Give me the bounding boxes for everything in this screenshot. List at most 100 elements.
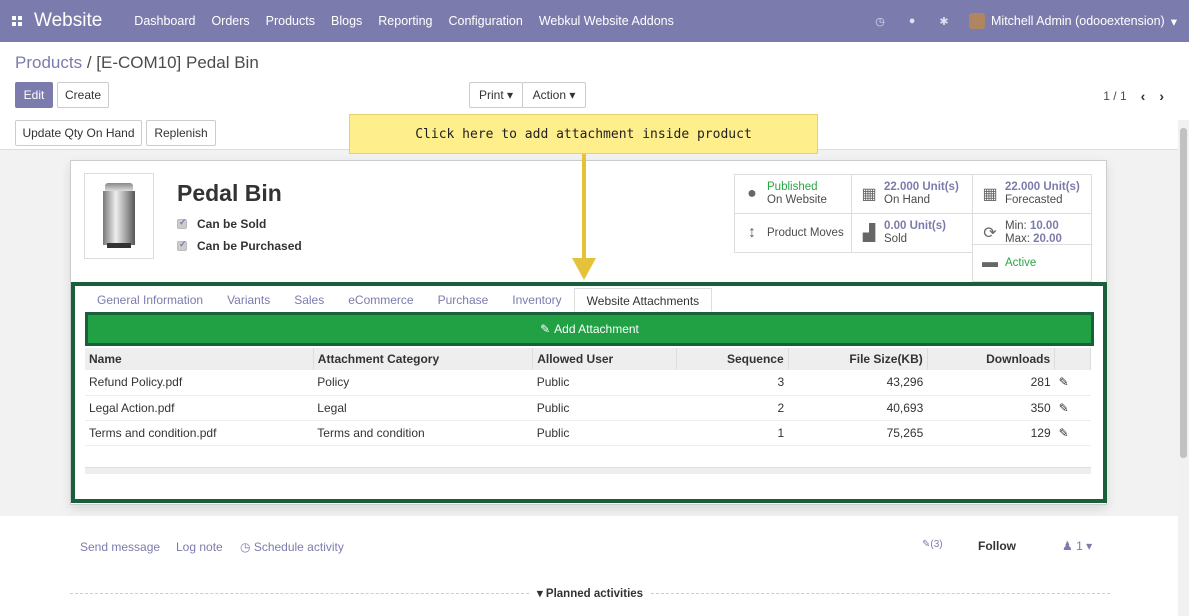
product-moves-label: Product Moves — [767, 227, 844, 239]
checkbox-checked-icon[interactable] — [177, 217, 187, 229]
menu-reporting[interactable]: Reporting — [370, 14, 440, 28]
breadcrumb-separator: / — [82, 53, 97, 72]
cell-sequence: 1 — [676, 420, 789, 446]
menu-webkul-addons[interactable]: Webkul Website Addons — [531, 14, 682, 28]
onhand-value: 22.000 Unit(s) — [884, 181, 959, 193]
col-allowed-user[interactable]: Allowed User — [532, 348, 678, 370]
pager-value[interactable]: 1 / 1 — [1103, 89, 1126, 103]
menu-dashboard[interactable]: Dashboard — [126, 14, 203, 28]
cell-downloads: 281 — [927, 370, 1055, 396]
bug-icon[interactable]: ✱ — [937, 14, 951, 28]
active-toggle-button[interactable]: ▬ Active — [972, 244, 1092, 282]
annotation-tooltip: Click here to add attachment inside prod… — [349, 114, 818, 154]
table-row[interactable]: Terms and condition.pdf Terms and condit… — [85, 420, 1091, 446]
cell-sequence: 3 — [676, 370, 789, 396]
follow-button[interactable]: Follow — [978, 539, 1016, 553]
cell-downloads: 129 — [927, 420, 1055, 446]
tab-inventory[interactable]: Inventory — [500, 288, 573, 312]
cell-name: Terms and condition.pdf — [85, 420, 314, 446]
pager: 1 / 1 ‹ › — [1103, 88, 1164, 104]
chevron-right-icon[interactable]: › — [1159, 88, 1164, 104]
menu-configuration[interactable]: Configuration — [440, 14, 530, 28]
published-stat-button[interactable]: ● Published On Website — [734, 174, 852, 214]
cell-sequence: 2 — [676, 395, 789, 421]
clock-icon: ◷ — [240, 540, 254, 554]
navbar-systray: ◷ ● ✱ Mitchell Admin (odooextension) ▾ — [873, 0, 1189, 42]
sold-value: 0.00 Unit(s) — [884, 220, 946, 232]
tab-general-information[interactable]: General Information — [85, 288, 215, 312]
chat-icon[interactable]: ● — [905, 14, 919, 28]
edit-button[interactable]: Edit — [15, 82, 53, 108]
apps-menu-icon[interactable] — [0, 0, 34, 42]
menu-blogs[interactable]: Blogs — [323, 14, 370, 28]
add-attachment-button[interactable]: ✎ Add Attachment — [85, 312, 1094, 346]
col-sequence[interactable]: Sequence — [676, 348, 789, 370]
planned-activities-label: Planned activities — [545, 588, 644, 600]
create-button[interactable]: Create — [57, 82, 109, 108]
onhand-label: On Hand — [884, 194, 931, 206]
app-brand[interactable]: Website — [34, 10, 102, 32]
onhand-stat-button[interactable]: ▦ 22.000 Unit(s) On Hand — [851, 174, 973, 214]
avatar — [969, 13, 986, 29]
product-image[interactable] — [84, 173, 154, 259]
col-file-size[interactable]: File Size(KB) — [788, 348, 928, 370]
followers-button[interactable]: ♟ 1 ▾ — [1062, 539, 1092, 553]
edit-icon[interactable]: ✎ — [1054, 420, 1091, 446]
main-menu: Dashboard Orders Products Blogs Reportin… — [126, 14, 682, 28]
col-name[interactable]: Name — [85, 348, 314, 370]
planned-activities-toggle[interactable]: ▾ Planned activities — [70, 586, 1110, 600]
product-name: Pedal Bin — [177, 180, 282, 206]
action-dropdown[interactable]: Action ▾ — [522, 82, 586, 108]
min-label: Min: — [1005, 220, 1027, 232]
forecast-stat-button[interactable]: ▦ 22.000 Unit(s) Forecasted — [972, 174, 1092, 214]
user-menu[interactable]: Mitchell Admin (odooextension) ▾ — [969, 13, 1177, 29]
cell-file-size: 43,296 — [788, 370, 928, 396]
update-qty-button[interactable]: Update Qty On Hand — [15, 120, 142, 146]
chevron-left-icon[interactable]: ‹ — [1141, 88, 1146, 104]
cell-name: Legal Action.pdf — [85, 395, 314, 421]
attachment-count-button[interactable]: ✎(3) — [922, 539, 943, 550]
print-dropdown[interactable]: Print ▾ — [469, 82, 523, 108]
cell-category: Terms and condition — [313, 420, 533, 446]
forecast-value: 22.000 Unit(s) — [1005, 181, 1080, 193]
breadcrumb: Products / [E-COM10] Pedal Bin — [15, 53, 259, 73]
can-be-sold-checkbox[interactable]: Can be Sold — [177, 217, 266, 231]
attachments-table: Name Attachment Category Allowed User Se… — [85, 348, 1091, 446]
published-label: Published — [767, 181, 818, 193]
table-row[interactable]: Legal Action.pdf Legal Public 2 40,693 3… — [85, 395, 1091, 421]
edit-icon[interactable]: ✎ — [1054, 370, 1091, 396]
clock-icon[interactable]: ◷ — [873, 14, 887, 28]
top-navbar: Website Dashboard Orders Products Blogs … — [0, 0, 1189, 42]
col-category[interactable]: Attachment Category — [313, 348, 534, 370]
product-moves-button[interactable]: ↕ Product Moves — [734, 213, 852, 253]
user-icon: ♟ — [1062, 539, 1073, 553]
tab-sales[interactable]: Sales — [282, 288, 336, 312]
caret-down-icon: ▾ — [536, 588, 546, 600]
col-edit — [1054, 348, 1091, 370]
breadcrumb-products[interactable]: Products — [15, 53, 82, 72]
building-icon: ▦ — [982, 186, 998, 203]
caret-down-icon: ▾ — [1086, 539, 1093, 553]
tab-purchase[interactable]: Purchase — [426, 288, 501, 312]
log-note-button[interactable]: Log note — [176, 540, 223, 554]
can-be-purchased-checkbox[interactable]: Can be Purchased — [177, 239, 302, 253]
menu-orders[interactable]: Orders — [203, 14, 257, 28]
table-row[interactable]: Refund Policy.pdf Policy Public 3 43,296… — [85, 370, 1091, 396]
checkbox-checked-icon[interactable] — [177, 239, 187, 251]
attachment-count: (3) — [930, 539, 943, 550]
cell-category: Policy — [313, 370, 533, 396]
tab-website-attachments[interactable]: Website Attachments — [573, 288, 713, 312]
scrollbar[interactable] — [1178, 120, 1189, 616]
replenish-button[interactable]: Replenish — [146, 120, 216, 146]
menu-products[interactable]: Products — [258, 14, 323, 28]
cell-allowed-user: Public — [532, 370, 677, 396]
schedule-activity-button[interactable]: ◷ Schedule activity — [240, 540, 344, 554]
paperclip-icon: ✎ — [540, 322, 551, 336]
schedule-activity-label: Schedule activity — [253, 540, 344, 554]
tab-ecommerce[interactable]: eCommerce — [336, 288, 425, 312]
edit-icon[interactable]: ✎ — [1054, 395, 1091, 421]
col-downloads[interactable]: Downloads — [927, 348, 1056, 370]
send-message-button[interactable]: Send message — [80, 540, 160, 554]
sold-stat-button[interactable]: ▟ 0.00 Unit(s) Sold — [851, 213, 973, 253]
tab-variants[interactable]: Variants — [215, 288, 282, 312]
